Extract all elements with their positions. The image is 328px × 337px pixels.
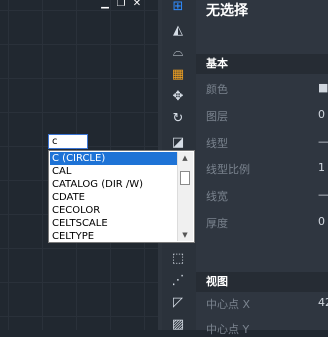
prop-label-linetype-scale: 线型比例 — [206, 163, 250, 176]
suggestion-item[interactable]: CECOLOR — [50, 204, 178, 217]
prop-label-layer: 图层 — [206, 110, 228, 123]
prop-label-lineweight: 线宽 — [206, 190, 228, 203]
prop-label-linetype: 线型 — [206, 137, 228, 150]
autocomplete-list[interactable]: C (CIRCLE) CAL CATALOG (DIR /W) CDATE CE… — [48, 150, 195, 243]
scroll-down-icon[interactable]: ▼ — [180, 230, 190, 240]
line-icon[interactable]: ◸ — [169, 294, 187, 312]
section-view-header[interactable]: 视图 — [196, 272, 328, 292]
rotate-icon[interactable]: ↻ — [169, 110, 187, 128]
list-scrollbar[interactable]: ▲ ▼ — [177, 152, 193, 241]
scroll-up-icon[interactable]: ▲ — [180, 153, 190, 163]
linetype-icon[interactable]: ⋰ — [169, 272, 187, 290]
select-icon[interactable]: ⊞ — [169, 0, 187, 16]
prop-value-linetype-scale[interactable]: 1 — [318, 161, 325, 174]
prop-label-center-y: 中心点 Y — [206, 323, 250, 336]
close-button[interactable]: ✕ — [132, 0, 142, 9]
suggestion-item[interactable]: CELTYPE — [50, 230, 178, 243]
prop-value-layer[interactable]: 0 — [318, 108, 325, 121]
suggestion-item[interactable]: CATALOG (DIR /W) — [50, 178, 178, 191]
suggestion-item[interactable]: C (CIRCLE) — [50, 152, 178, 165]
prop-label-thickness: 厚度 — [206, 217, 228, 230]
command-input[interactable]: c — [48, 134, 88, 149]
suggestion-item[interactable]: CAL — [50, 165, 178, 178]
rectangle-icon[interactable]: ⬚ — [169, 250, 187, 268]
move-icon[interactable]: ✥ — [169, 88, 187, 106]
prop-label-center-x: 中心点 X — [206, 298, 251, 311]
prop-value-center-x[interactable]: 42 — [318, 296, 328, 309]
scroll-thumb[interactable] — [180, 171, 190, 185]
block-icon[interactable]: ⌓ — [169, 44, 187, 62]
minimize-button[interactable]: ▁ — [100, 0, 110, 9]
prop-value-linetype[interactable]: — — [318, 135, 328, 148]
properties-panel: 无选择 基本 颜色 ■ 图层 0 线型 — 线型比例 1 线宽 — 厚度 0 视… — [196, 0, 328, 336]
prop-label-color: 颜色 — [206, 83, 228, 96]
window-controls: ▁ ❐ ✕ — [100, 0, 142, 10]
restore-button[interactable]: ❐ — [116, 0, 126, 9]
section-basic-header[interactable]: 基本 — [196, 54, 328, 74]
panel-title: 无选择 — [206, 3, 248, 19]
grid-icon[interactable]: ▦ — [169, 66, 187, 84]
prop-value-lineweight[interactable]: — — [318, 188, 328, 201]
prop-value-thickness[interactable]: 0 — [318, 215, 325, 228]
hatch-icon[interactable]: ▨ — [169, 316, 187, 334]
suggestion-item[interactable]: CELTSCALE — [50, 217, 178, 230]
prop-value-color[interactable]: ■ — [318, 81, 328, 94]
suggestion-item[interactable]: CDATE — [50, 191, 178, 204]
mirror-icon[interactable]: ◭ — [169, 22, 187, 40]
